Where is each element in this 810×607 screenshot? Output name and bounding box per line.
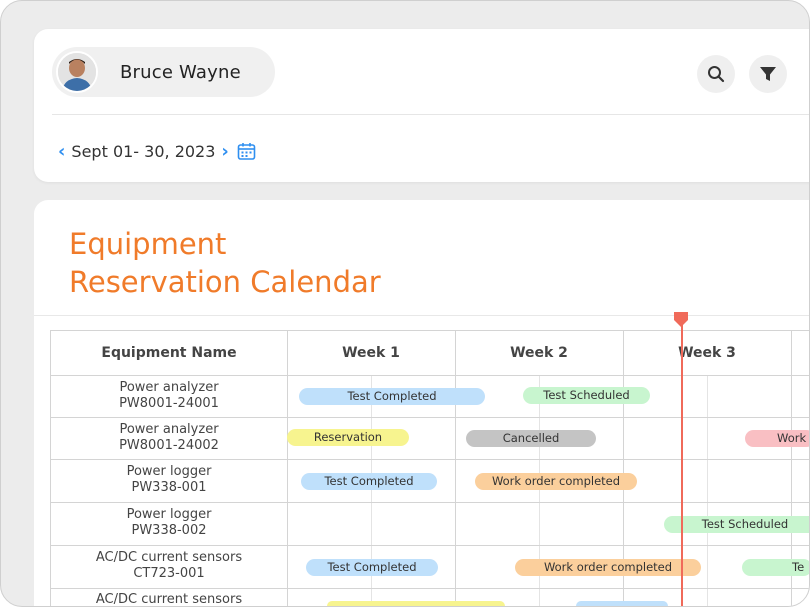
calendar-card: Equipment Reservation Calendar Equipment… xyxy=(34,200,809,607)
search-button[interactable] xyxy=(697,55,735,93)
equipment-row-label[interactable]: Power analyzer PW8001-24001 xyxy=(51,375,287,417)
filter-button[interactable] xyxy=(749,55,787,93)
reservation-bar[interactable]: Cancelled xyxy=(466,430,596,447)
reservation-bar-partial[interactable] xyxy=(576,601,668,606)
equipment-name: Power analyzer xyxy=(119,380,219,395)
reservation-bar[interactable]: Te xyxy=(742,559,809,576)
equipment-name: Power logger xyxy=(126,507,212,522)
equipment-row-label[interactable]: Power analyzer PW8001-24002 xyxy=(51,417,287,459)
reservation-bar[interactable]: Test Completed xyxy=(299,388,485,405)
current-time-line xyxy=(681,319,683,606)
reservation-bar[interactable]: Work xyxy=(745,430,809,447)
reservation-bar[interactable]: Test Completed xyxy=(301,473,437,490)
equipment-name: AC/DC current sensors xyxy=(95,550,243,565)
equipment-name: Power logger xyxy=(126,464,212,479)
equipment-row-label[interactable]: Power logger PW338-002 xyxy=(51,502,287,544)
filter-icon xyxy=(760,67,776,81)
reservation-bar[interactable]: Test Completed xyxy=(306,559,438,576)
equipment-name: Power analyzer xyxy=(119,422,219,437)
equipment-row-label[interactable]: AC/DC current sensors CT723-001 xyxy=(51,545,287,587)
calendar-icon xyxy=(237,143,256,160)
day-divider xyxy=(707,375,708,606)
reservation-bar-partial[interactable] xyxy=(327,601,505,606)
column-header-week-2: Week 2 xyxy=(510,345,568,361)
calendar-picker-button[interactable] xyxy=(237,142,256,161)
equipment-code: PW338-001 xyxy=(131,480,207,495)
reservation-bar[interactable]: Test Scheduled xyxy=(664,516,809,533)
user-profile-pill[interactable]: Bruce Wayne xyxy=(52,47,275,97)
prev-range-button[interactable]: ‹ xyxy=(58,141,65,162)
app-frame: Bruce Wayne ‹ Sept 01- 30, 2023 › Equipm… xyxy=(0,0,810,607)
equipment-name: AC/DC current sensors xyxy=(95,592,243,607)
calendar-title: Equipment Reservation Calendar xyxy=(69,225,381,301)
title-divider xyxy=(34,315,809,316)
current-time-marker-icon[interactable] xyxy=(671,309,691,329)
equipment-code: PW8001-24002 xyxy=(119,438,219,453)
reservation-bar[interactable]: Work order completed xyxy=(515,559,701,576)
column-header-week-1: Week 1 xyxy=(342,345,400,361)
calendar-title-line2: Reservation Calendar xyxy=(69,265,381,299)
reservation-bar[interactable]: Test Scheduled xyxy=(523,387,650,404)
equipment-code: PW338-002 xyxy=(131,523,207,538)
reservation-bar[interactable]: Work order completed xyxy=(475,473,637,490)
user-name: Bruce Wayne xyxy=(120,61,241,83)
calendar-title-line1: Equipment xyxy=(69,227,227,261)
header-card: Bruce Wayne ‹ Sept 01- 30, 2023 › xyxy=(34,29,809,182)
column-header-equipment: Equipment Name xyxy=(101,345,237,361)
reservation-bar[interactable]: Reservation xyxy=(287,429,409,446)
search-icon xyxy=(708,66,725,83)
equipment-row-label[interactable]: AC/DC current sensors xyxy=(51,588,287,607)
equipment-row-label[interactable]: Power logger PW338-001 xyxy=(51,459,287,501)
reservation-grid: Equipment Name Week 1 Week 2 Week 3 Powe… xyxy=(50,330,809,607)
date-range-label: Sept 01- 30, 2023 xyxy=(71,142,216,161)
header-divider xyxy=(52,114,809,115)
date-range-control: ‹ Sept 01- 30, 2023 › xyxy=(58,141,256,162)
next-range-button[interactable]: › xyxy=(221,141,228,162)
equipment-code: CT723-001 xyxy=(133,566,205,581)
user-avatar xyxy=(56,51,98,93)
equipment-code: PW8001-24001 xyxy=(119,396,219,411)
column-header-week-3: Week 3 xyxy=(678,345,736,361)
